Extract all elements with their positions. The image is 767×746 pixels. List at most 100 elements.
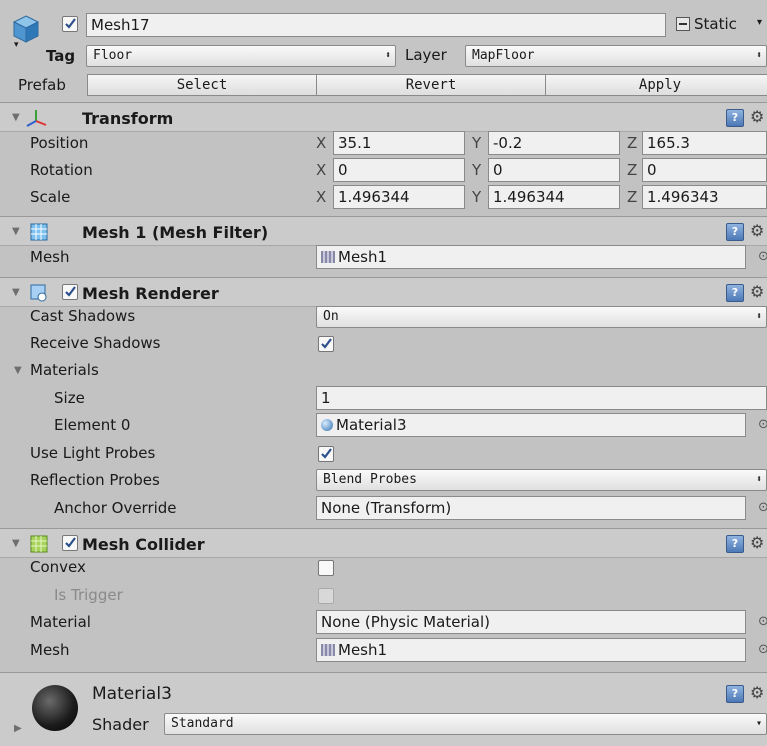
layer-dropdown-arrow-icon: ⬍ (755, 50, 762, 61)
reflection-probes-value: Blend Probes (323, 472, 417, 487)
static-dropdown-arrow-icon[interactable]: ▾ (757, 17, 762, 28)
mesh-filter-mesh-label: Mesh (30, 248, 70, 266)
transform-help-icon[interactable]: ? (726, 109, 744, 127)
material-expand-icon[interactable]: ▶ (14, 723, 22, 734)
mesh-renderer-title: Mesh Renderer (82, 284, 219, 303)
scale-label: Scale (30, 188, 71, 206)
rotation-label: Rotation (30, 161, 93, 179)
element0-object-picker-icon[interactable]: ⊙ (758, 417, 767, 432)
material-name: Material3 (92, 684, 172, 704)
scale-y-input[interactable]: 1.496344 (488, 185, 620, 209)
rotation-x-label[interactable]: X (316, 161, 326, 179)
transform-header[interactable]: ▼ Transform ? ⚙ (0, 102, 767, 132)
mesh-renderer-help-icon[interactable]: ? (726, 284, 744, 302)
reflection-probes-dropdown[interactable]: Blend Probes ⬍ (316, 469, 767, 491)
position-x-label[interactable]: X (316, 134, 326, 152)
rotation-y-input[interactable]: 0 (488, 158, 620, 182)
mesh-filter-object-picker-icon[interactable]: ⊙ (758, 249, 767, 264)
dropdown-triangle-icon[interactable]: ▾ (14, 40, 19, 50)
shader-dropdown-arrow-icon: ▾ (755, 718, 762, 729)
mesh-collider-enabled-checkbox[interactable] (62, 535, 78, 551)
element0-field[interactable]: Material3 (316, 413, 746, 437)
rotation-x-input[interactable]: 0 (333, 158, 465, 182)
material-help-icon[interactable]: ? (726, 685, 744, 703)
layer-value: MapFloor (472, 48, 535, 63)
mesh-renderer-enabled-checkbox[interactable] (62, 284, 78, 300)
transform-axes-icon (26, 108, 48, 132)
mesh-renderer-header[interactable]: ▼ Mesh Renderer ? ⚙ (0, 277, 767, 307)
anchor-override-object-picker-icon[interactable]: ⊙ (758, 500, 767, 515)
materials-size-label: Size (54, 389, 85, 407)
active-checkbox[interactable] (62, 16, 78, 32)
collider-material-object-picker-icon[interactable]: ⊙ (758, 614, 767, 629)
position-y-label[interactable]: Y (472, 134, 481, 152)
collider-mesh-field[interactable]: Mesh1 (316, 638, 746, 662)
position-x-input[interactable]: 35.1 (333, 131, 465, 155)
position-y-input[interactable]: -0.2 (488, 131, 620, 155)
object-name-input[interactable]: Mesh17 (86, 13, 666, 37)
transform-fold-icon[interactable]: ▼ (12, 112, 20, 123)
collider-mesh-asset-icon (321, 644, 335, 656)
element0-value: Material3 (336, 416, 407, 434)
collider-material-field[interactable]: None (Physic Material) (316, 610, 746, 634)
use-light-probes-checkbox[interactable] (318, 446, 334, 462)
materials-size-input[interactable]: 1 (316, 386, 767, 410)
scale-x-label[interactable]: X (316, 188, 326, 206)
static-label: Static (694, 15, 737, 33)
tag-label: Tag (46, 47, 76, 65)
scale-z-input[interactable]: 1.496343 (642, 185, 767, 209)
element0-label: Element 0 (54, 416, 131, 434)
object-header: ▾ Mesh17 Static ▾ Tag Floor ⬍ Layer MapF… (0, 0, 767, 102)
cast-shadows-dropdown[interactable]: On ⬍ (316, 306, 767, 328)
scale-z-label[interactable]: Z (627, 188, 637, 206)
mesh-filter-help-icon[interactable]: ? (726, 223, 744, 241)
shader-label: Shader (92, 715, 149, 734)
mesh-filter-fold-icon[interactable]: ▼ (12, 226, 20, 237)
tag-dropdown[interactable]: Floor ⬍ (86, 45, 396, 67)
materials-label[interactable]: Materials (30, 361, 99, 379)
reflection-probes-label: Reflection Probes (30, 471, 160, 489)
mesh-collider-gear-icon[interactable]: ⚙ (750, 533, 764, 552)
position-z-input[interactable]: 165.3 (642, 131, 767, 155)
prefab-label: Prefab (18, 76, 66, 94)
collider-mesh-value: Mesh1 (338, 641, 388, 659)
convex-checkbox[interactable] (318, 560, 334, 576)
rotation-z-input[interactable]: 0 (642, 158, 767, 182)
rotation-y-label[interactable]: Y (472, 161, 481, 179)
mesh-collider-header[interactable]: ▼ Mesh Collider ? ⚙ (0, 528, 767, 558)
anchor-override-field[interactable]: None (Transform) (316, 496, 746, 520)
tag-value: Floor (93, 48, 133, 63)
rotation-z-label[interactable]: Z (627, 161, 637, 179)
mesh-collider-icon (30, 535, 48, 557)
mesh-filter-gear-icon[interactable]: ⚙ (750, 221, 764, 240)
materials-fold-icon[interactable]: ▼ (14, 365, 22, 376)
mesh-filter-mesh-field[interactable]: Mesh1 (316, 245, 746, 269)
scale-y-label[interactable]: Y (472, 188, 481, 206)
mesh-filter-header[interactable]: ▼ Mesh 1 (Mesh Filter) ? ⚙ (0, 216, 767, 246)
material-preview-sphere[interactable] (32, 685, 78, 731)
shader-dropdown[interactable]: Standard ▾ (164, 713, 767, 735)
anchor-override-label: Anchor Override (54, 499, 177, 517)
mesh-renderer-fold-icon[interactable]: ▼ (12, 287, 20, 298)
mesh-collider-help-icon[interactable]: ? (726, 535, 744, 553)
transform-gear-icon[interactable]: ⚙ (750, 107, 764, 126)
scale-x-input[interactable]: 1.496344 (333, 185, 465, 209)
collider-mesh-object-picker-icon[interactable]: ⊙ (758, 642, 767, 657)
layer-dropdown[interactable]: MapFloor ⬍ (465, 45, 767, 67)
mesh-collider-title: Mesh Collider (82, 535, 205, 554)
mesh-renderer-gear-icon[interactable]: ⚙ (750, 282, 764, 301)
static-checkbox[interactable] (676, 17, 690, 31)
mesh-collider-fold-icon[interactable]: ▼ (12, 538, 20, 549)
prefab-select-button[interactable]: Select (87, 74, 317, 96)
position-z-label[interactable]: Z (627, 134, 637, 152)
prefab-revert-button[interactable]: Revert (316, 74, 546, 96)
is-trigger-label: Is Trigger (54, 586, 123, 604)
prefab-apply-button[interactable]: Apply (545, 74, 767, 96)
tag-dropdown-arrow-icon: ⬍ (384, 50, 391, 61)
material-gear-icon[interactable]: ⚙ (750, 683, 764, 702)
mesh-filter-mesh-value: Mesh1 (338, 248, 388, 266)
mesh-asset-icon (321, 251, 335, 263)
material-section: ▶ Material3 Shader Standard ▾ ? ⚙ (0, 672, 767, 746)
collider-mesh-label: Mesh (30, 641, 70, 659)
receive-shadows-checkbox[interactable] (318, 336, 334, 352)
